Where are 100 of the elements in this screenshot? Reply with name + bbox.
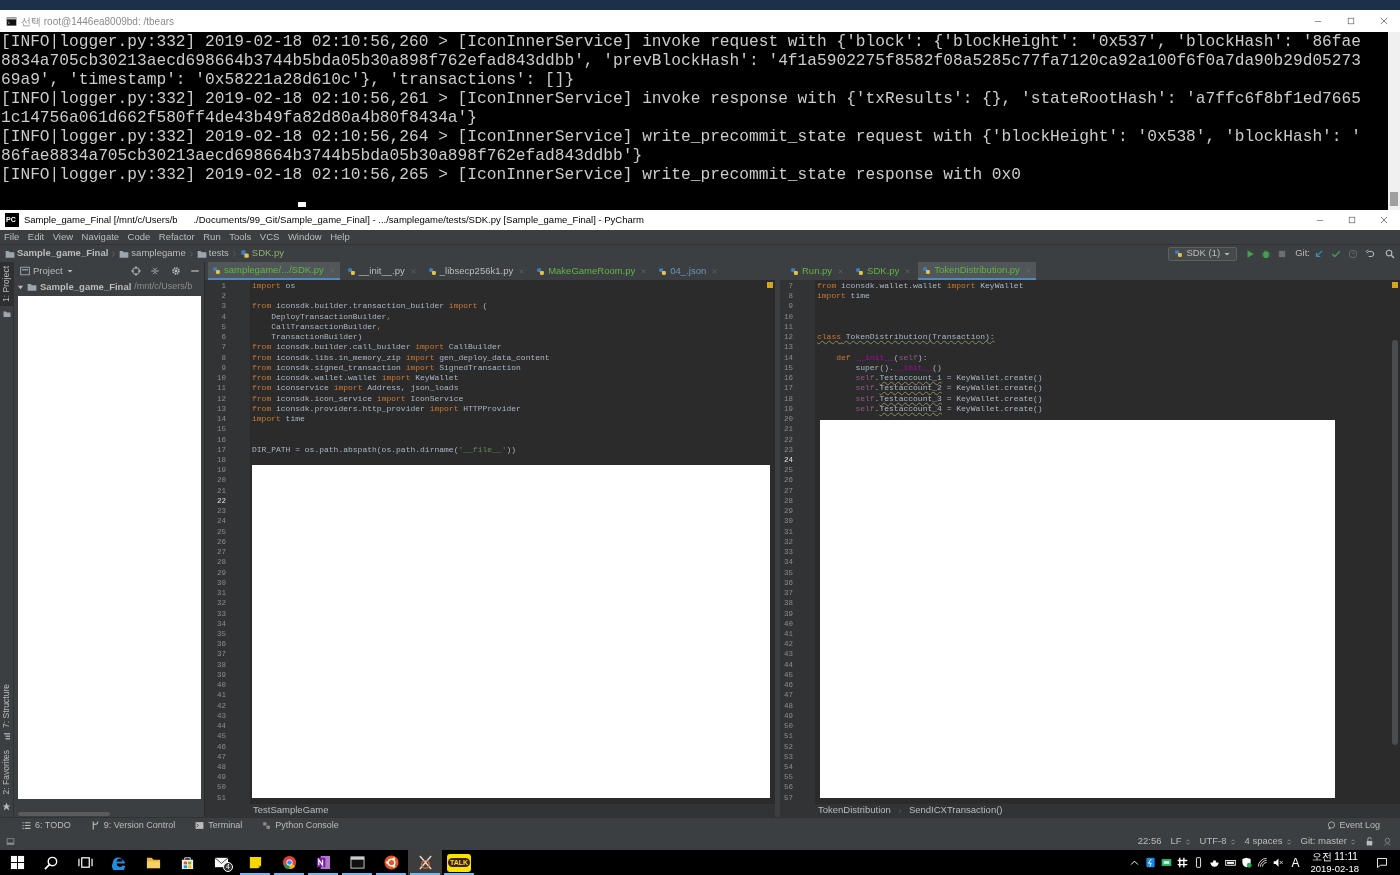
side-tab[interactable]: 7: Structure [0, 679, 14, 732]
input-method-indicator[interactable]: A [1291, 853, 1300, 872]
code-line: import time [252, 414, 305, 425]
caret-icon [65, 267, 74, 275]
status-item[interactable]: Git: master [1300, 834, 1356, 849]
code-line: DeployTransactionBuilder, [270, 311, 392, 322]
status-item[interactable]: 4 spaces [1244, 834, 1292, 849]
notebook-icon [315, 855, 331, 870]
status-item[interactable]: UTF-8 [1199, 834, 1236, 849]
code-line: self.Testaccount_1 = KeyWallet.create() [854, 373, 1043, 384]
maximize-icon [1345, 16, 1356, 26]
python-file-icon [922, 265, 932, 275]
task-view-icon [77, 855, 93, 870]
breadcrumb-item[interactable]: TokenDistribution [818, 803, 891, 818]
maximize-icon [1347, 215, 1357, 225]
status-item[interactable]: LF [1170, 834, 1191, 849]
tool-window-button[interactable]: Terminal [195, 818, 243, 833]
breadcrumb-item[interactable]: SDK.py [251, 246, 285, 261]
folder-icon [2, 309, 11, 318]
lock-icon[interactable] [1365, 837, 1374, 846]
tab-label: TokenDistribution.py [934, 262, 1020, 277]
tool-window-button[interactable]: 9: Version Control [90, 818, 176, 833]
tool-window-button[interactable]: 6: TODO [22, 818, 71, 833]
code-line: from iconservice import Address, json_loads [252, 383, 459, 394]
check-icon[interactable] [1331, 248, 1341, 259]
menu-item[interactable]: Code [127, 230, 151, 244]
tool-window-button[interactable]: Python Console [262, 818, 339, 833]
menu-item[interactable]: View [52, 230, 74, 244]
cross-logo-icon [417, 855, 433, 870]
code-line: CallTransactionBuilder, [270, 321, 382, 333]
menu-item[interactable]: Navigate [81, 230, 120, 244]
event-log-button[interactable]: Event Log [1327, 818, 1380, 833]
bug-icon[interactable] [1261, 248, 1272, 259]
console-window-icon [349, 855, 365, 870]
cup-icon[interactable] [1209, 857, 1221, 868]
menu-item[interactable]: Run [203, 230, 221, 244]
list-icon [22, 821, 31, 830]
menu-item[interactable]: File [4, 230, 20, 244]
tree-item-label: Sample_game_Final [40, 279, 132, 294]
bolt-app-icon[interactable] [1145, 857, 1157, 868]
hash-grid-icon[interactable] [1177, 857, 1189, 868]
tree-item[interactable]: Sample_game_Final /mnt/c/Users/b [14, 280, 204, 294]
menu-item[interactable]: Edit [27, 230, 45, 244]
breadcrumb-item[interactable]: TestSampleGame [253, 803, 329, 818]
expand-arrow-icon[interactable] [17, 283, 24, 291]
shield-icon[interactable] [1241, 857, 1253, 868]
menu-item[interactable]: Help [330, 230, 350, 244]
muted-speaker-icon[interactable] [1273, 857, 1285, 868]
folder-icon [27, 282, 37, 292]
clock[interactable]: 오전 11:11 2019-02-18 [1310, 850, 1359, 875]
code-line: DIR_PATH = os.path.abspath(os.path.dirname('__file__')) [252, 444, 517, 455]
running-indicator [240, 873, 270, 875]
run-configuration-dropdown[interactable]: SDK (1) [1168, 246, 1238, 261]
code-line: import time [817, 291, 870, 302]
undo-icon[interactable] [1365, 248, 1375, 259]
menu-item[interactable]: Tools [229, 230, 252, 244]
arrow-icon[interactable] [1314, 248, 1324, 259]
code-line: from iconsdk.libs.in_memory_zip import gen_deploy_data_content [252, 352, 550, 363]
breadcrumb-item[interactable]: samplegame [131, 246, 186, 261]
breadcrumb-item[interactable]: SendICXTransaction() [908, 803, 1003, 818]
panel-icon[interactable] [6, 837, 15, 846]
running-indicator [308, 873, 338, 875]
scrollbar-thumb[interactable] [1392, 340, 1398, 745]
menu-item[interactable]: Refactor [158, 230, 195, 244]
python-file-icon [212, 265, 221, 275]
console-line: 8834a705cb30213aecd698664b3744b5bda05b30a898f762efad843ddbb', 'prevBlockHash': '4f1a5902275f8582f08a5285c77fa7120ca92a100f6f0a7da90b29d05273 [1, 52, 1361, 71]
tree-item-path: /mnt/c/Users/b [134, 280, 193, 294]
side-tab[interactable]: 1: Project [0, 262, 14, 306]
editor-tab[interactable]: TokenDistribution.py [918, 262, 1036, 280]
editor-tab[interactable]: samplegame/.../SDK.py [208, 262, 340, 280]
run-icon[interactable] [1245, 248, 1256, 259]
breadcrumb-item[interactable]: Sample_game_Final [17, 246, 109, 261]
round-logo-icon [281, 855, 297, 870]
collapse-icon[interactable] [150, 266, 160, 276]
menu-item[interactable]: Window [287, 230, 322, 244]
up-down-arrows-icon [1229, 837, 1236, 846]
monitor-app-icon[interactable] [1161, 857, 1173, 868]
text-cursor [298, 202, 306, 207]
console-app-icon [6, 15, 17, 27]
close-icon [1379, 215, 1389, 225]
scrollbar[interactable] [1388, 32, 1400, 210]
window-title: Sample_game_Final [/mnt/c/Users/b ./Documents/99_Git/Sample_game_Final] - .../samplegame/tests/SDK.py [Sample_game_Final] - PyCharm [24, 212, 644, 227]
search-icon[interactable] [1385, 248, 1395, 259]
notification-icon[interactable] [1376, 856, 1388, 869]
taskbar-button[interactable] [408, 850, 442, 875]
breadcrumb-item[interactable]: tests [208, 246, 229, 261]
project-view-icon [20, 266, 30, 276]
console-line: [INFO|logger.py:332] 2019-02-18 02:10:56,264 > [IconInnerService] write_precommit_state request with {'blockHeight': '0x538', 'blockHash': ' [1, 128, 1361, 147]
target-icon[interactable] [131, 266, 141, 276]
scrollbar-thumb[interactable] [1390, 192, 1398, 206]
view-dropdown[interactable]: Project [33, 263, 74, 279]
menu-item[interactable]: VCS [259, 230, 280, 244]
settings-icon[interactable] [171, 266, 181, 276]
battery-icon[interactable] [1225, 857, 1237, 868]
tab-label: 04_.json [670, 263, 707, 278]
python-file-icon [346, 266, 356, 276]
wifi-icon[interactable] [1257, 857, 1269, 868]
code-line: def __init__(self): [835, 352, 928, 363]
side-tab[interactable]: 2: Favorites [0, 745, 14, 798]
status-item[interactable]: 22:56 [1137, 834, 1162, 849]
